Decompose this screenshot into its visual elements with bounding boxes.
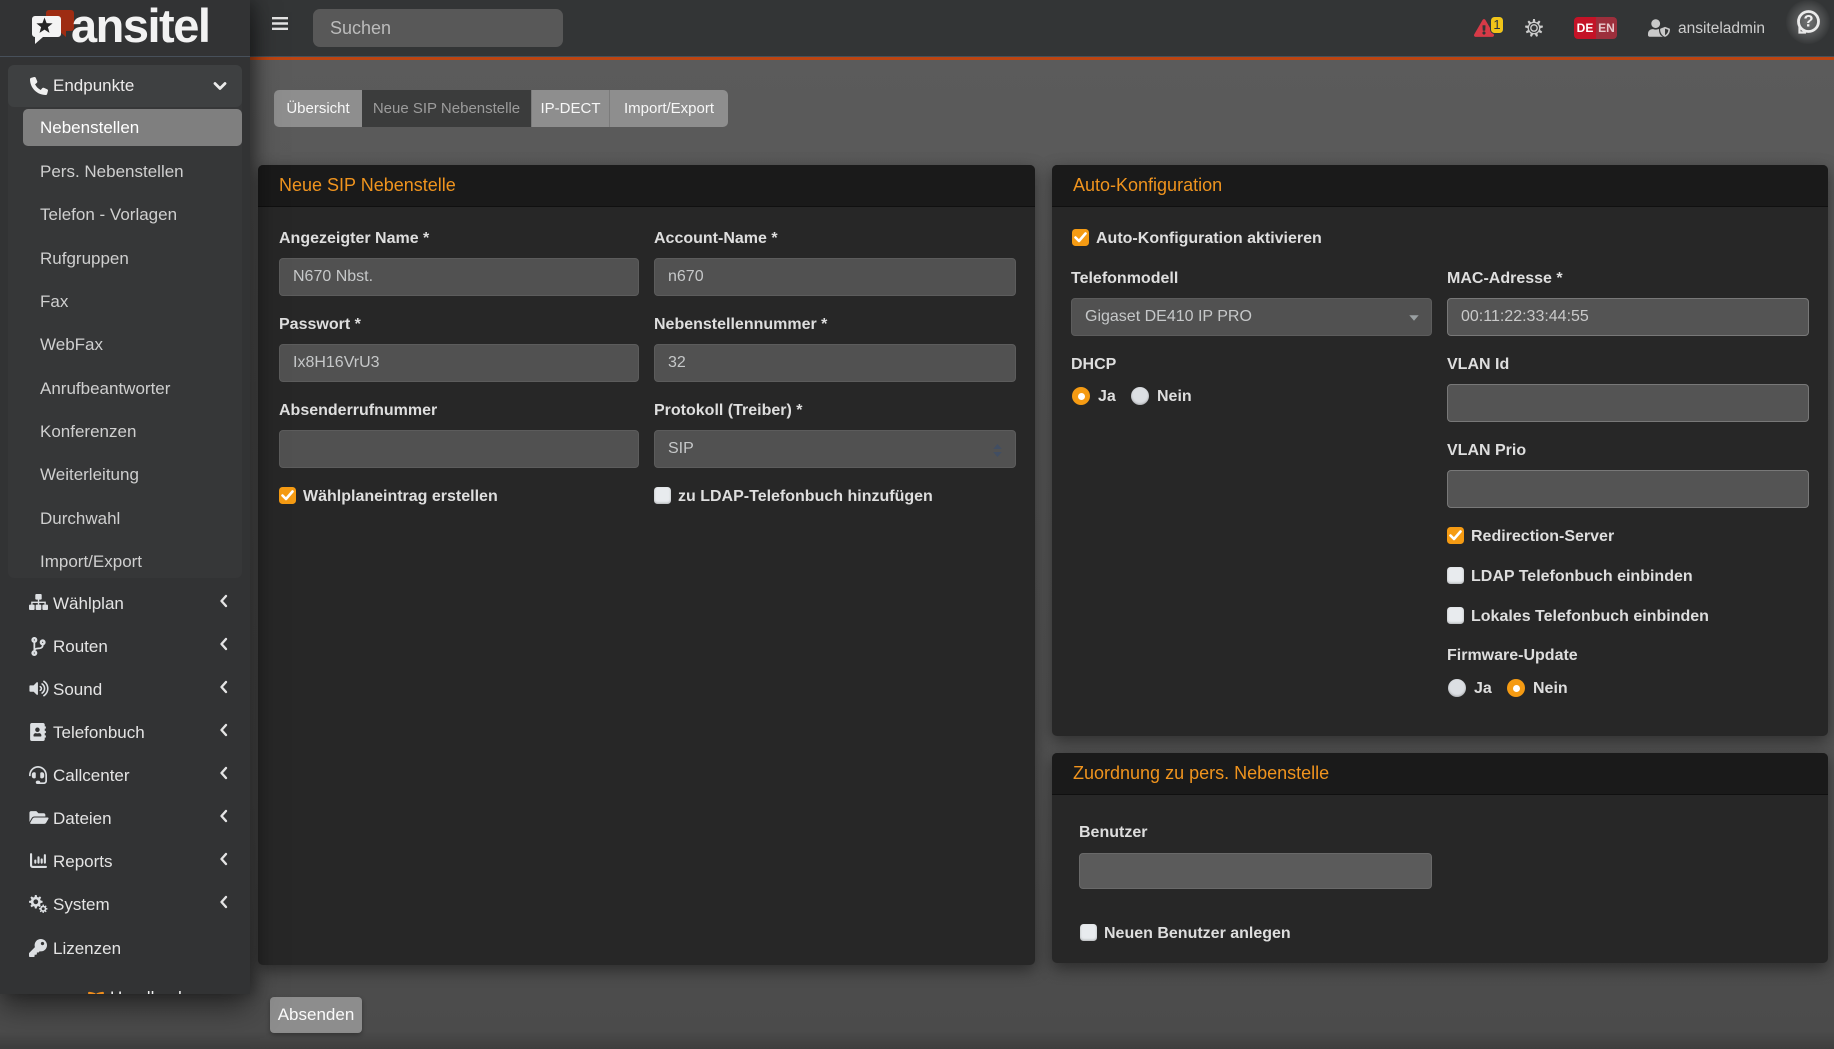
svg-text:?: ? xyxy=(1803,13,1813,31)
